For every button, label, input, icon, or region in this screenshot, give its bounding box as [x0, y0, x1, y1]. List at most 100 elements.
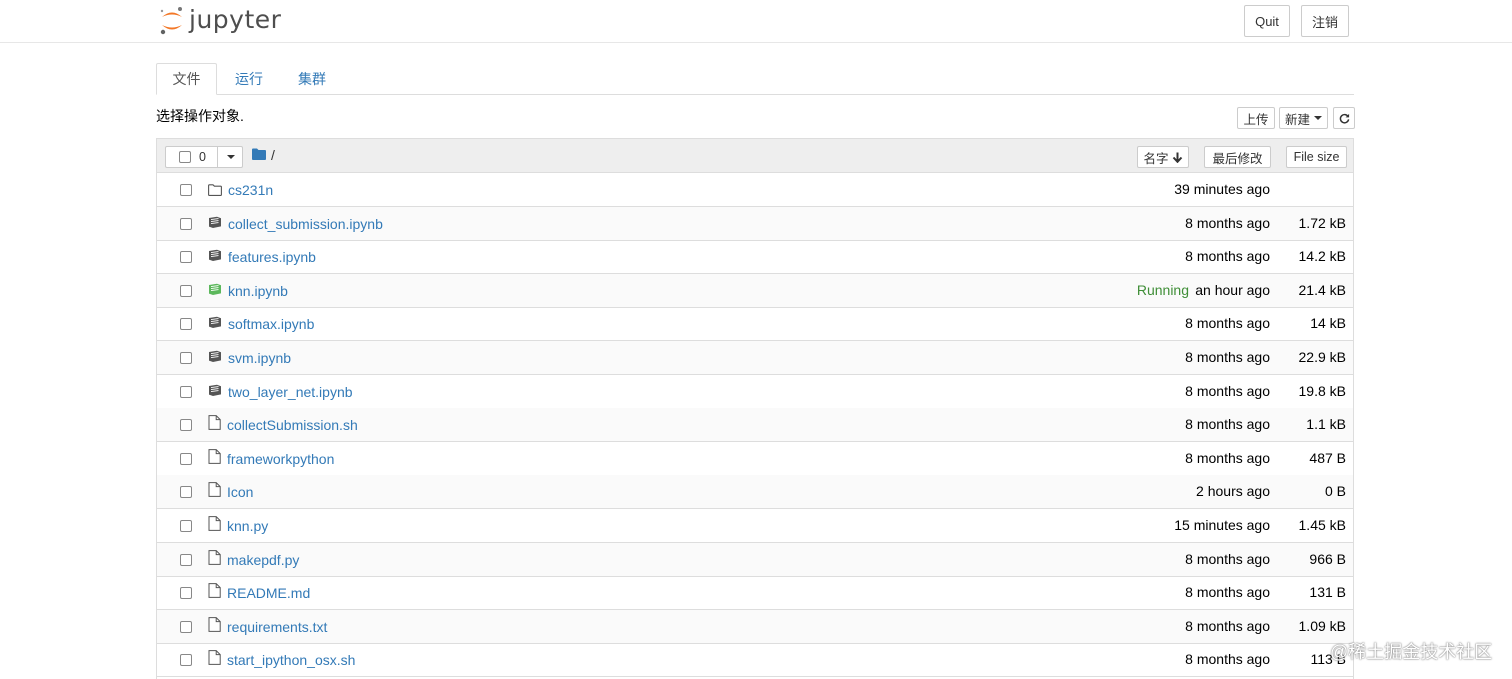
row-checkbox[interactable] — [180, 520, 192, 532]
file-row[interactable]: frameworkpython 8 months ago 487 B — [157, 442, 1353, 476]
file-name-link[interactable]: two_layer_net.ipynb — [228, 384, 353, 400]
logout-button[interactable]: 注销 — [1301, 5, 1349, 37]
file-icon — [208, 650, 221, 670]
row-checkbox[interactable] — [180, 251, 192, 264]
sort-by-last-modified-button[interactable]: 最后修改 — [1204, 146, 1271, 168]
file-name-link[interactable]: start_ipython_osx.sh — [227, 652, 355, 668]
file-name-link[interactable]: softmax.ipynb — [228, 316, 314, 332]
last-modified: 2 hours ago — [1196, 483, 1270, 500]
file-size: 131 B — [1309, 584, 1346, 601]
notebook-icon — [208, 249, 222, 267]
tab-files[interactable]: 文件 — [156, 63, 217, 95]
last-modified: 8 months ago — [1185, 315, 1270, 332]
file-size: 1.45 kB — [1298, 517, 1346, 533]
file-name-link[interactable]: makepdf.py — [227, 552, 299, 568]
file-size: 21.4 kB — [1298, 281, 1346, 298]
file-icon — [208, 448, 221, 469]
logo-text: jupyter — [189, 5, 282, 34]
row-checkbox[interactable] — [180, 620, 192, 633]
file-row[interactable]: cs231n 39 minutes ago — [157, 173, 1353, 207]
file-row[interactable]: knn.ipynb Running an hour ago 21.4 kB — [157, 273, 1353, 308]
refresh-icon — [1339, 113, 1349, 123]
file-row[interactable]: Icon 2 hours ago 0 B — [157, 475, 1353, 510]
file-row[interactable]: knn.py 15 minutes ago 1.45 kB — [157, 509, 1353, 543]
row-checkbox[interactable] — [180, 654, 192, 667]
last-modified: 8 months ago — [1185, 382, 1270, 399]
breadcrumb-root[interactable]: / — [271, 147, 275, 163]
file-row[interactable]: collect_submission.ipynb 8 months ago 1.72… — [157, 206, 1353, 241]
file-icon — [208, 516, 221, 536]
tab-clusters[interactable]: 集群 — [284, 63, 340, 94]
file-name-link[interactable]: Icon — [227, 484, 253, 500]
last-modified: 8 months ago — [1185, 349, 1270, 365]
tab-running[interactable]: 运行 — [222, 63, 276, 94]
watermark: @稀土掘金技术社区 — [1330, 642, 1493, 662]
file-icon — [208, 549, 221, 570]
file-icon — [208, 482, 221, 502]
file-name-link[interactable]: collectSubmission.sh — [227, 417, 358, 433]
last-modified: 15 minutes ago — [1174, 517, 1270, 533]
jupyter-logo[interactable]: jupyter — [159, 5, 281, 37]
sort-by-name-button[interactable]: 名字 — [1137, 146, 1189, 168]
file-name-link[interactable]: README.md — [227, 585, 310, 601]
file-row[interactable]: requirements.txt 8 months ago 1.09 kB — [157, 609, 1353, 644]
row-checkbox[interactable] — [180, 419, 192, 432]
file-size: 487 B — [1309, 449, 1346, 466]
header: jupyter Quit 注销 — [0, 0, 1512, 43]
file-icon — [208, 583, 221, 603]
file-name-link[interactable]: cs231n — [228, 182, 273, 198]
select-all-checkbox[interactable] — [179, 151, 191, 163]
row-checkbox[interactable] — [180, 452, 192, 465]
row-checkbox[interactable] — [180, 318, 192, 331]
file-icon — [208, 415, 221, 435]
file-icon — [208, 616, 221, 637]
running-notebook-icon — [208, 283, 222, 301]
last-modified: 8 months ago — [1185, 617, 1270, 634]
file-name-link[interactable]: knn.py — [227, 518, 268, 534]
file-size: 1.09 kB — [1298, 617, 1346, 634]
file-name-link[interactable]: frameworkpython — [227, 451, 334, 467]
row-checkbox[interactable] — [180, 385, 192, 398]
row-checkbox[interactable] — [180, 553, 192, 566]
last-modified: 8 months ago — [1185, 651, 1270, 668]
file-row[interactable]: README.md 8 months ago 131 B — [157, 576, 1353, 611]
last-modified: 8 months ago — [1185, 584, 1270, 601]
last-modified: an hour ago — [1195, 281, 1270, 298]
file-row[interactable]: start_ipython_osx.sh 8 months ago 113 B — [157, 643, 1353, 678]
last-modified: 39 minutes ago — [1174, 181, 1270, 197]
new-dropdown-button[interactable]: 新建 — [1279, 107, 1328, 129]
select-dropdown-caret-icon[interactable] — [227, 155, 235, 159]
file-size: 22.9 kB — [1298, 349, 1346, 365]
quit-button[interactable]: Quit — [1244, 5, 1290, 37]
select-all-group[interactable]: 0 — [165, 146, 243, 168]
upload-button[interactable]: 上传 — [1237, 107, 1275, 129]
notebook-icon — [208, 316, 222, 334]
row-checkbox[interactable] — [180, 486, 192, 499]
file-name-link[interactable]: knn.ipynb — [228, 283, 288, 299]
refresh-button[interactable] — [1333, 107, 1355, 129]
file-row[interactable]: two_layer_net.ipynb 8 months ago 19.8 kB — [157, 375, 1353, 409]
caret-down-icon — [1314, 116, 1322, 120]
file-name-link[interactable]: requirements.txt — [227, 619, 327, 635]
divider — [217, 147, 218, 167]
file-row[interactable]: features.ipynb 8 months ago 14.2 kB — [157, 240, 1353, 275]
file-row[interactable]: svm.ipynb 8 months ago 22.9 kB — [157, 341, 1353, 375]
file-name-link[interactable]: collect_submission.ipynb — [228, 216, 383, 232]
row-checkbox[interactable] — [180, 352, 192, 364]
last-modified: 8 months ago — [1185, 550, 1270, 567]
file-row[interactable]: makepdf.py 8 months ago 966 B — [157, 542, 1353, 577]
file-name-link[interactable]: features.ipynb — [228, 249, 316, 265]
file-size: 1.1 kB — [1306, 416, 1346, 433]
row-checkbox[interactable] — [180, 284, 192, 297]
file-row[interactable]: softmax.ipynb 8 months ago 14 kB — [157, 307, 1353, 342]
file-list: 0 / 名字 最后修改 File size cs231n 39 minutes a… — [156, 138, 1354, 679]
folder-icon[interactable] — [252, 148, 266, 160]
row-checkbox[interactable] — [180, 184, 192, 196]
row-checkbox[interactable] — [180, 217, 192, 230]
notebook-icon — [208, 384, 222, 402]
row-checkbox[interactable] — [180, 587, 192, 600]
file-name-link[interactable]: svm.ipynb — [228, 350, 291, 366]
sort-by-file-size-button[interactable]: File size — [1286, 146, 1347, 168]
file-row[interactable]: collectSubmission.sh 8 months ago 1.1 kB — [157, 408, 1353, 443]
tab-bar: 文件 运行 集群 — [156, 63, 1354, 95]
